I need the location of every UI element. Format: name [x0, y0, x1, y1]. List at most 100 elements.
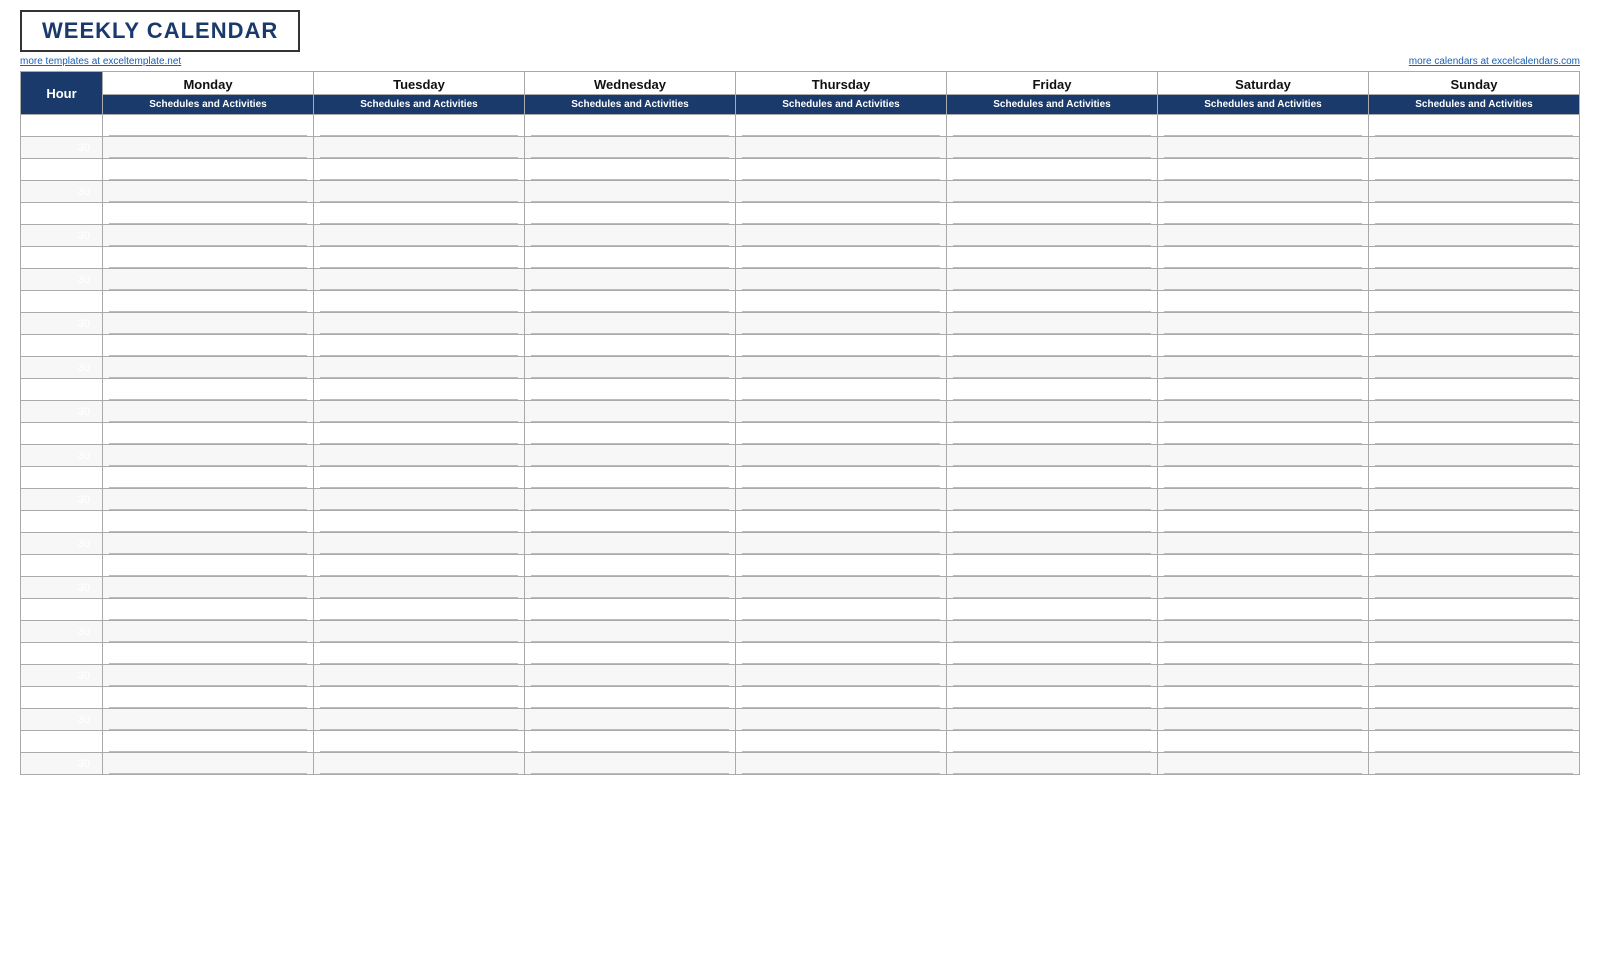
schedule-cell[interactable]	[1369, 269, 1580, 291]
schedule-cell[interactable]	[1158, 335, 1369, 357]
schedule-cell[interactable]	[314, 511, 525, 533]
schedule-cell[interactable]	[1158, 203, 1369, 225]
schedule-cell[interactable]	[314, 489, 525, 511]
schedule-cell[interactable]	[314, 621, 525, 643]
schedule-cell[interactable]	[1369, 467, 1580, 489]
schedule-cell[interactable]	[525, 159, 736, 181]
schedule-cell[interactable]	[103, 401, 314, 423]
schedule-cell[interactable]	[1369, 115, 1580, 137]
schedule-cell[interactable]	[736, 225, 947, 247]
schedule-cell[interactable]	[947, 335, 1158, 357]
schedule-cell[interactable]	[947, 577, 1158, 599]
schedule-cell[interactable]	[103, 181, 314, 203]
schedule-cell[interactable]	[314, 401, 525, 423]
schedule-cell[interactable]	[103, 335, 314, 357]
schedule-cell[interactable]	[736, 731, 947, 753]
schedule-cell[interactable]	[525, 291, 736, 313]
schedule-cell[interactable]	[314, 115, 525, 137]
schedule-cell[interactable]	[103, 709, 314, 731]
schedule-cell[interactable]	[1158, 643, 1369, 665]
schedule-cell[interactable]	[525, 687, 736, 709]
schedule-cell[interactable]	[525, 335, 736, 357]
schedule-cell[interactable]	[314, 687, 525, 709]
schedule-cell[interactable]	[1369, 511, 1580, 533]
schedule-cell[interactable]	[525, 203, 736, 225]
schedule-cell[interactable]	[1158, 753, 1369, 775]
schedule-cell[interactable]	[947, 643, 1158, 665]
schedule-cell[interactable]	[1369, 247, 1580, 269]
schedule-cell[interactable]	[103, 379, 314, 401]
schedule-cell[interactable]	[314, 159, 525, 181]
schedule-cell[interactable]	[314, 247, 525, 269]
schedule-cell[interactable]	[103, 511, 314, 533]
schedule-cell[interactable]	[314, 577, 525, 599]
schedule-cell[interactable]	[736, 379, 947, 401]
schedule-cell[interactable]	[1369, 577, 1580, 599]
schedule-cell[interactable]	[525, 401, 736, 423]
schedule-cell[interactable]	[947, 291, 1158, 313]
schedule-cell[interactable]	[103, 621, 314, 643]
schedule-cell[interactable]	[1369, 291, 1580, 313]
schedule-cell[interactable]	[103, 159, 314, 181]
schedule-cell[interactable]	[1158, 445, 1369, 467]
schedule-cell[interactable]	[1369, 159, 1580, 181]
link-left[interactable]: more templates at exceltemplate.net	[20, 56, 181, 67]
schedule-cell[interactable]	[947, 621, 1158, 643]
schedule-cell[interactable]	[1369, 533, 1580, 555]
schedule-cell[interactable]	[947, 115, 1158, 137]
schedule-cell[interactable]	[736, 511, 947, 533]
schedule-cell[interactable]	[1158, 687, 1369, 709]
schedule-cell[interactable]	[1158, 489, 1369, 511]
schedule-cell[interactable]	[736, 533, 947, 555]
schedule-cell[interactable]	[103, 665, 314, 687]
schedule-cell[interactable]	[103, 489, 314, 511]
schedule-cell[interactable]	[947, 489, 1158, 511]
schedule-cell[interactable]	[1369, 181, 1580, 203]
schedule-cell[interactable]	[525, 379, 736, 401]
schedule-cell[interactable]	[1158, 511, 1369, 533]
schedule-cell[interactable]	[1369, 423, 1580, 445]
schedule-cell[interactable]	[103, 203, 314, 225]
schedule-cell[interactable]	[525, 533, 736, 555]
schedule-cell[interactable]	[736, 203, 947, 225]
schedule-cell[interactable]	[1158, 533, 1369, 555]
schedule-cell[interactable]	[736, 423, 947, 445]
schedule-cell[interactable]	[525, 709, 736, 731]
schedule-cell[interactable]	[1369, 225, 1580, 247]
schedule-cell[interactable]	[314, 291, 525, 313]
schedule-cell[interactable]	[947, 709, 1158, 731]
schedule-cell[interactable]	[1369, 379, 1580, 401]
schedule-cell[interactable]	[947, 379, 1158, 401]
schedule-cell[interactable]	[1369, 665, 1580, 687]
schedule-cell[interactable]	[525, 313, 736, 335]
schedule-cell[interactable]	[736, 599, 947, 621]
schedule-cell[interactable]	[1369, 599, 1580, 621]
schedule-cell[interactable]	[103, 115, 314, 137]
schedule-cell[interactable]	[947, 599, 1158, 621]
schedule-cell[interactable]	[1158, 467, 1369, 489]
schedule-cell[interactable]	[103, 643, 314, 665]
schedule-cell[interactable]	[947, 247, 1158, 269]
schedule-cell[interactable]	[1158, 709, 1369, 731]
schedule-cell[interactable]	[525, 489, 736, 511]
schedule-cell[interactable]	[525, 225, 736, 247]
schedule-cell[interactable]	[103, 753, 314, 775]
schedule-cell[interactable]	[947, 467, 1158, 489]
schedule-cell[interactable]	[103, 247, 314, 269]
schedule-cell[interactable]	[1158, 357, 1369, 379]
schedule-cell[interactable]	[736, 643, 947, 665]
schedule-cell[interactable]	[314, 709, 525, 731]
schedule-cell[interactable]	[314, 225, 525, 247]
schedule-cell[interactable]	[1158, 621, 1369, 643]
schedule-cell[interactable]	[525, 511, 736, 533]
schedule-cell[interactable]	[736, 489, 947, 511]
schedule-cell[interactable]	[314, 181, 525, 203]
schedule-cell[interactable]	[1158, 313, 1369, 335]
schedule-cell[interactable]	[1158, 599, 1369, 621]
schedule-cell[interactable]	[1369, 445, 1580, 467]
schedule-cell[interactable]	[525, 467, 736, 489]
schedule-cell[interactable]	[103, 731, 314, 753]
schedule-cell[interactable]	[1158, 225, 1369, 247]
schedule-cell[interactable]	[947, 687, 1158, 709]
schedule-cell[interactable]	[103, 423, 314, 445]
